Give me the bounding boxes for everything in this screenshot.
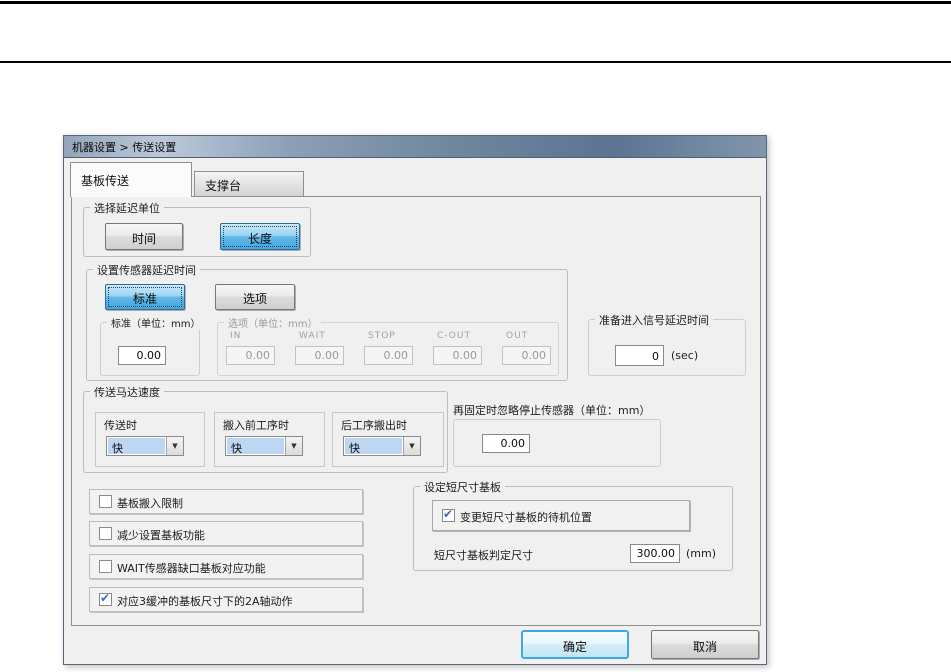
option-sub-title: 选项（单位：mm） bbox=[224, 315, 322, 330]
transfer-speed-select[interactable]: 快 ▼ bbox=[106, 436, 184, 456]
option-cout-label: C-OUT bbox=[437, 331, 471, 341]
delay-unit-group: 选择延迟单位 时间 长度 bbox=[83, 200, 311, 257]
before-carry-in-speed-value: 快 bbox=[227, 438, 284, 455]
cancel-button[interactable]: 取消 bbox=[651, 630, 759, 659]
option-button[interactable]: 选项 bbox=[215, 284, 295, 310]
length-button[interactable]: 长度 bbox=[220, 223, 300, 250]
option-wait-field[interactable]: 0.00 bbox=[295, 346, 344, 365]
sensor-delay-group: 设置传感器延迟时间 标准 选项 标准（单位：mm） 0.00 选项（单位：mm）… bbox=[86, 262, 568, 381]
ok-button-label: 确定 bbox=[562, 640, 587, 654]
checkbox-row-board-limit[interactable]: 基板搬入限制 bbox=[89, 489, 363, 514]
standard-delay-field[interactable]: 0.00 bbox=[118, 346, 166, 365]
time-button[interactable]: 时间 bbox=[105, 223, 183, 250]
chevron-down-icon[interactable]: ▼ bbox=[285, 437, 302, 455]
checkbox-icon[interactable] bbox=[99, 591, 112, 606]
checkbox-row-reduce-setup[interactable]: 减少设置基板功能 bbox=[89, 521, 363, 546]
ready-signal-group: 准备进入信号延迟时间 0 (sec) bbox=[588, 312, 746, 376]
checkbox-row-buffer-axis[interactable]: 对应3缓冲的基板尺寸下的2A轴动作 bbox=[89, 587, 363, 612]
option-stop-label: STOP bbox=[368, 331, 396, 341]
refix-label: 再固定时忽略停止传感器（单位：mm） bbox=[453, 404, 651, 417]
chevron-down-icon[interactable]: ▼ bbox=[403, 437, 420, 455]
transfer-settings-dialog: 机器设置 > 传送设置 基板传送 支撑台 选择延迟单位 时间 长度 设置传感器延… bbox=[63, 135, 767, 665]
checkbox-row-wait-sensor[interactable]: WAIT传感器缺口基板对应功能 bbox=[89, 554, 363, 579]
option-wait-label: WAIT bbox=[299, 331, 326, 341]
transfer-speed-label: 传送时 bbox=[104, 419, 137, 432]
motor-speed-group-title: 传送马达速度 bbox=[90, 384, 164, 400]
checkbox-label: 对应3缓冲的基板尺寸下的2A轴动作 bbox=[117, 595, 293, 608]
delay-unit-group-title: 选择延迟单位 bbox=[90, 200, 164, 216]
ready-signal-unit: (sec) bbox=[671, 349, 699, 362]
standard-sub-group: 标准（单位：mm） 0.00 bbox=[100, 315, 205, 376]
option-in-field[interactable]: 0.00 bbox=[226, 346, 275, 365]
option-sub-group: 选项（单位：mm） IN 0.00 WAIT 0.00 STOP 0.00 C-… bbox=[217, 315, 559, 376]
transfer-speed-box: 传送时 快 ▼ bbox=[95, 412, 205, 467]
short-board-group-title: 设定短尺寸基板 bbox=[420, 479, 505, 495]
cancel-button-label: 取消 bbox=[692, 640, 717, 654]
refix-field[interactable]: 0.00 bbox=[482, 434, 530, 453]
checkbox-icon[interactable] bbox=[99, 560, 112, 573]
tab-support-table-label: 支撑台 bbox=[205, 179, 242, 193]
dialog-titlebar[interactable]: 机器设置 > 传送设置 bbox=[64, 136, 766, 158]
option-button-label: 选项 bbox=[242, 292, 267, 306]
checkbox-icon[interactable] bbox=[442, 507, 455, 522]
sensor-delay-group-title: 设置传感器延迟时间 bbox=[93, 262, 200, 278]
checkbox-label: WAIT传感器缺口基板对应功能 bbox=[117, 562, 266, 575]
ready-signal-group-title: 准备进入信号延迟时间 bbox=[595, 312, 713, 328]
checkbox-label: 减少设置基板功能 bbox=[117, 529, 205, 542]
checkbox-icon[interactable] bbox=[99, 495, 112, 508]
ready-signal-field[interactable]: 0 bbox=[615, 345, 664, 366]
chevron-down-icon[interactable]: ▼ bbox=[166, 437, 183, 455]
judge-size-unit: (mm) bbox=[686, 547, 717, 560]
before-carry-in-speed-label: 搬入前工序时 bbox=[223, 419, 289, 432]
judge-size-label: 短尺寸基板判定尺寸 bbox=[434, 549, 533, 562]
standby-position-label: 变更短尺寸基板的待机位置 bbox=[460, 511, 592, 524]
option-in-label: IN bbox=[230, 331, 242, 341]
refix-box: 0.00 bbox=[453, 419, 661, 467]
standard-button[interactable]: 标准 bbox=[105, 284, 185, 310]
ok-button[interactable]: 确定 bbox=[521, 630, 629, 659]
option-out-label: OUT bbox=[506, 331, 529, 341]
motor-speed-group: 传送马达速度 传送时 快 ▼ 搬入前工序时 快 ▼ 后工序搬出时 快 ▼ bbox=[83, 384, 448, 473]
carry-out-speed-box: 后工序搬出时 快 ▼ bbox=[332, 412, 444, 467]
option-cout-field[interactable]: 0.00 bbox=[433, 346, 482, 365]
standby-position-row[interactable]: 变更短尺寸基板的待机位置 bbox=[432, 500, 690, 531]
option-stop-field[interactable]: 0.00 bbox=[364, 346, 413, 365]
tab-support-table[interactable]: 支撑台 bbox=[194, 171, 304, 197]
carry-out-speed-value: 快 bbox=[345, 438, 402, 455]
standard-sub-title: 标准（单位：mm） bbox=[107, 315, 205, 330]
standard-button-label: 标准 bbox=[132, 292, 157, 306]
page-rule-second bbox=[0, 61, 951, 63]
carry-out-speed-label: 后工序搬出时 bbox=[341, 419, 407, 432]
before-carry-in-speed-box: 搬入前工序时 快 ▼ bbox=[214, 412, 325, 467]
before-carry-in-speed-select[interactable]: 快 ▼ bbox=[225, 436, 303, 456]
length-button-label: 长度 bbox=[247, 232, 272, 246]
carry-out-speed-select[interactable]: 快 ▼ bbox=[343, 436, 421, 456]
judge-size-field[interactable]: 300.00 bbox=[630, 544, 680, 563]
transfer-speed-value: 快 bbox=[108, 438, 165, 455]
checkbox-icon[interactable] bbox=[99, 527, 112, 540]
checkbox-label: 基板搬入限制 bbox=[117, 497, 183, 510]
dialog-title: 机器设置 > 传送设置 bbox=[72, 141, 177, 154]
page-rule-top bbox=[0, 1, 951, 4]
time-button-label: 时间 bbox=[131, 232, 156, 246]
short-board-group: 设定短尺寸基板 变更短尺寸基板的待机位置 短尺寸基板判定尺寸 300.00 (m… bbox=[413, 479, 733, 571]
tab-board-transfer[interactable]: 基板传送 bbox=[70, 162, 192, 197]
option-out-field[interactable]: 0.00 bbox=[502, 346, 551, 365]
tab-board-transfer-label: 基板传送 bbox=[81, 174, 130, 188]
